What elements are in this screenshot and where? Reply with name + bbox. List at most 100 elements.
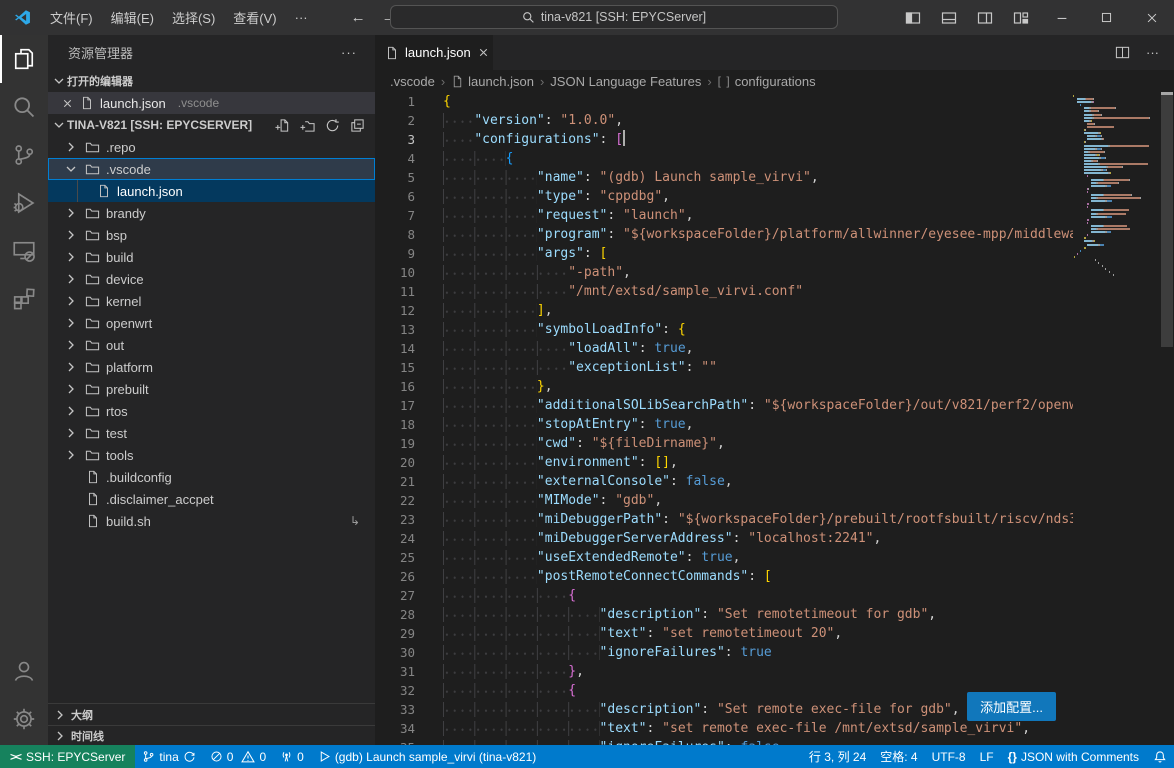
code-line-1[interactable]: 1{ (375, 92, 1073, 111)
code-line-12[interactable]: 12 ], (375, 301, 1073, 320)
code-line-16[interactable]: 16 }, (375, 377, 1073, 396)
code-line-25[interactable]: 25 "useExtendedRemote": true, (375, 548, 1073, 567)
code-line-17[interactable]: 17 "additionalSOLibSearchPath": "${works… (375, 396, 1073, 415)
code-line-6[interactable]: 6 "type": "cppdbg", (375, 187, 1073, 206)
code-line-35[interactable]: 35 "ignoreFailures": false (375, 738, 1073, 745)
scrollbar-thumb[interactable] (1161, 92, 1173, 347)
settings-gear-icon[interactable] (0, 695, 48, 743)
toggle-panel-icon[interactable] (931, 10, 967, 26)
code-line-14[interactable]: 14 "loadAll": true, (375, 339, 1073, 358)
window-minimize-button[interactable] (1039, 0, 1084, 35)
notifications-bell-icon[interactable] (1146, 750, 1174, 764)
tree-item-.buildconfig[interactable]: .buildconfig (48, 466, 375, 488)
debug-status[interactable]: (gdb) Launch sample_virvi (tina-v821) (311, 745, 543, 768)
breadcrumb-json-language-features[interactable]: JSON Language Features (550, 74, 701, 89)
code-line-8[interactable]: 8 "program": "${workspaceFolder}/platfor… (375, 225, 1073, 244)
outline-panel-header[interactable]: 大纲 (48, 703, 375, 725)
tree-item-openwrt[interactable]: openwrt (48, 312, 375, 334)
editor-more-actions-icon[interactable]: ··· (1146, 45, 1159, 60)
code-line-4[interactable]: 4 { (375, 149, 1073, 168)
code-line-10[interactable]: 10 "-path", (375, 263, 1073, 282)
code-line-2[interactable]: 2 "version": "1.0.0", (375, 111, 1073, 130)
tree-item-brandy[interactable]: brandy (48, 202, 375, 224)
menu-more[interactable]: ··· (286, 6, 317, 29)
source-control-icon[interactable] (0, 131, 48, 179)
refresh-icon[interactable] (325, 118, 340, 133)
workspace-header[interactable]: TINA-V821 [SSH: EPYCSERVER] (48, 114, 375, 136)
cursor-position[interactable]: 行 3, 列 24 (802, 748, 873, 765)
tree-item-rtos[interactable]: rtos (48, 400, 375, 422)
breadcrumb-vscode[interactable]: .vscode (390, 74, 435, 89)
toggle-sidebar-icon[interactable] (895, 10, 931, 26)
editor-scrollbar[interactable] (1160, 92, 1174, 745)
close-icon[interactable] (61, 97, 74, 110)
code-line-3[interactable]: 3 "configurations": [ (375, 130, 1073, 149)
menu-view[interactable]: 查看(V) (224, 4, 285, 31)
window-maximize-button[interactable] (1084, 0, 1129, 35)
open-editor-item-launch-json[interactable]: launch.json .vscode (48, 92, 375, 114)
tree-item-.disclaimer_accpet[interactable]: .disclaimer_accpet (48, 488, 375, 510)
tree-item-device[interactable]: device (48, 268, 375, 290)
problems-indicator[interactable]: 0 0 (203, 745, 273, 768)
code-area[interactable]: 1{2 "version": "1.0.0",3 "configurations… (375, 92, 1174, 745)
add-configuration-button[interactable]: 添加配置... (967, 692, 1056, 721)
code-line-29[interactable]: 29 "text": "set remotetimeout 20", (375, 624, 1073, 643)
code-line-7[interactable]: 7 "request": "launch", (375, 206, 1073, 225)
extensions-icon[interactable] (0, 275, 48, 323)
tree-item-build[interactable]: build (48, 246, 375, 268)
nav-back-icon[interactable]: ← (351, 9, 366, 26)
code-line-31[interactable]: 31 }, (375, 662, 1073, 681)
code-line-26[interactable]: 26 "postRemoteConnectCommands": [ (375, 567, 1073, 586)
code-line-21[interactable]: 21 "externalConsole": false, (375, 472, 1073, 491)
search-icon[interactable] (0, 83, 48, 131)
explorer-files-icon[interactable] (0, 35, 48, 83)
window-close-button[interactable] (1129, 0, 1174, 35)
breadcrumb-configurations[interactable]: [ ] configurations (718, 74, 816, 89)
tree-item-tools[interactable]: tools (48, 444, 375, 466)
tree-item-launch.json[interactable]: launch.json (48, 180, 375, 202)
code-line-19[interactable]: 19 "cwd": "${fileDirname}", (375, 434, 1073, 453)
code-line-27[interactable]: 27 { (375, 586, 1073, 605)
remote-indicator[interactable]: >< SSH: EPYCServer (0, 745, 135, 768)
ports-indicator[interactable]: 0 (273, 745, 311, 768)
code-line-34[interactable]: 34 "text": "set remote exec-file /mnt/ex… (375, 719, 1073, 738)
tree-item-platform[interactable]: platform (48, 356, 375, 378)
tree-item-prebuilt[interactable]: prebuilt (48, 378, 375, 400)
code-line-15[interactable]: 15 "exceptionList": "" (375, 358, 1073, 377)
menu-edit[interactable]: 编辑(E) (102, 4, 163, 31)
tab-launch-json[interactable]: launch.json (375, 35, 493, 70)
branch-indicator[interactable]: tina (135, 745, 202, 768)
tree-item-.vscode[interactable]: .vscode (48, 158, 375, 180)
code-line-9[interactable]: 9 "args": [ (375, 244, 1073, 263)
code-line-18[interactable]: 18 "stopAtEntry": true, (375, 415, 1073, 434)
menu-file[interactable]: 文件(F) (41, 4, 102, 31)
new-file-icon[interactable] (275, 118, 290, 133)
encoding[interactable]: UTF-8 (925, 750, 973, 764)
split-editor-icon[interactable] (1115, 45, 1130, 60)
menu-selection[interactable]: 选择(S) (163, 4, 224, 31)
code-line-30[interactable]: 30 "ignoreFailures": true (375, 643, 1073, 662)
code-line-23[interactable]: 23 "miDebuggerPath": "${workspaceFolder}… (375, 510, 1073, 529)
run-debug-icon[interactable] (0, 179, 48, 227)
tree-item-bsp[interactable]: bsp (48, 224, 375, 246)
new-folder-icon[interactable] (300, 118, 315, 133)
collapse-all-icon[interactable] (350, 118, 365, 133)
eol-sequence[interactable]: LF (973, 750, 1001, 764)
minimap[interactable] (1073, 95, 1160, 278)
tree-item-kernel[interactable]: kernel (48, 290, 375, 312)
account-icon[interactable] (0, 647, 48, 695)
tree-item-out[interactable]: out (48, 334, 375, 356)
indentation[interactable]: 空格: 4 (873, 748, 924, 765)
tree-item-build.sh[interactable]: build.sh↳ (48, 510, 375, 532)
tab-close-icon[interactable] (477, 46, 490, 59)
code-line-11[interactable]: 11 "/mnt/extsd/sample_virvi.conf" (375, 282, 1073, 301)
code-line-24[interactable]: 24 "miDebuggerServerAddress": "localhost… (375, 529, 1073, 548)
code-line-28[interactable]: 28 "description": "Set remotetimeout for… (375, 605, 1073, 624)
timeline-panel-header[interactable]: 时间线 (48, 725, 375, 745)
breadcrumb-launch-json[interactable]: launch.json (451, 74, 534, 89)
language-mode[interactable]: {} JSON with Comments (1001, 750, 1146, 764)
open-editors-header[interactable]: 打开的编辑器 (48, 70, 375, 92)
toggle-secondary-sidebar-icon[interactable] (967, 10, 1003, 26)
code-line-20[interactable]: 20 "environment": [], (375, 453, 1073, 472)
customize-layout-icon[interactable] (1003, 10, 1039, 26)
